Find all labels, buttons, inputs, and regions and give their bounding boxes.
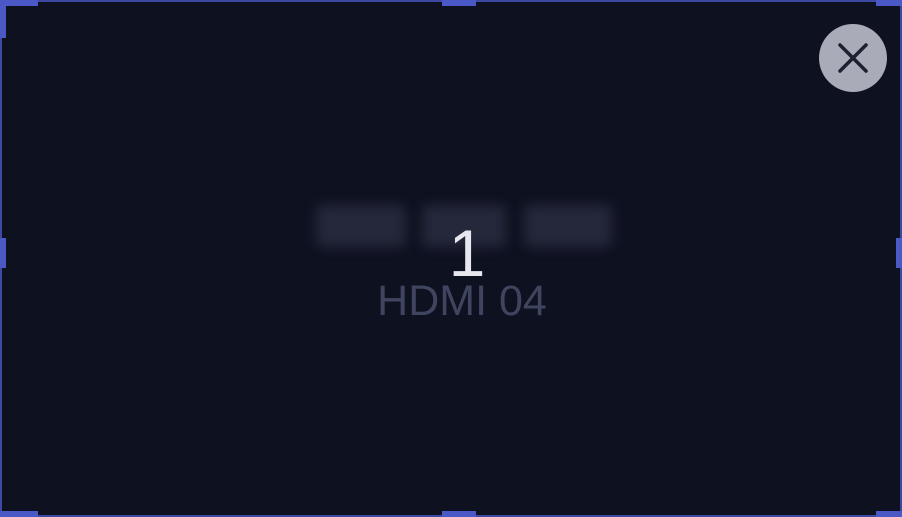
blurred-overlay xyxy=(316,205,406,247)
video-window[interactable]: 1 HDMI 04 xyxy=(0,0,902,517)
source-label: HDMI 04 xyxy=(377,277,547,325)
blurred-overlay xyxy=(524,205,612,247)
display-content: 1 HDMI 04 xyxy=(2,2,900,515)
close-button[interactable] xyxy=(819,24,887,92)
close-icon xyxy=(838,43,868,73)
